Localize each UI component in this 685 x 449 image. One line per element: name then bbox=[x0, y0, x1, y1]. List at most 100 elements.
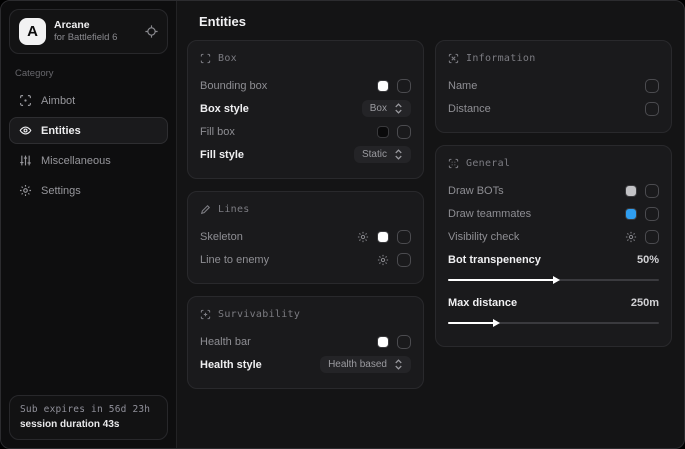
slider-fill bbox=[448, 279, 554, 281]
page-title: Entities bbox=[199, 14, 674, 29]
panel-title: Box bbox=[218, 53, 237, 64]
panel-general: General Draw BOTs Draw teammates bbox=[435, 145, 672, 347]
draw-bots-checkbox[interactable] bbox=[645, 184, 659, 198]
sidebar-item-label: Entities bbox=[41, 125, 81, 137]
visibility-check-checkbox[interactable] bbox=[645, 230, 659, 244]
panel-title: General bbox=[466, 158, 510, 169]
panel-information: Information Name Distance bbox=[435, 40, 672, 133]
chevron-up-down-icon bbox=[394, 359, 403, 370]
bounding-box-checkbox[interactable] bbox=[397, 79, 411, 93]
color-swatch[interactable] bbox=[625, 208, 637, 220]
row-skeleton: Skeleton bbox=[200, 225, 411, 248]
row-visibility-check: Visibility check bbox=[448, 225, 659, 248]
session-duration-text: session duration 43s bbox=[20, 417, 157, 432]
sidebar-item-label: Aimbot bbox=[41, 95, 75, 107]
row-label: Distance bbox=[448, 103, 491, 115]
draw-teammates-checkbox[interactable] bbox=[645, 207, 659, 221]
panel-lines: Lines Skeleton bbox=[187, 191, 424, 284]
sidebar-nav: Aimbot Entities Miscella bbox=[9, 87, 168, 204]
row-label: Bounding box bbox=[200, 80, 267, 92]
row-label: Health bar bbox=[200, 336, 251, 348]
crosshair-icon[interactable] bbox=[145, 25, 158, 38]
category-label: Category bbox=[15, 68, 162, 79]
pencil-icon bbox=[200, 204, 211, 215]
row-label: Name bbox=[448, 80, 477, 92]
panel-title: Information bbox=[466, 53, 536, 64]
bot-transparency-slider[interactable] bbox=[448, 279, 659, 281]
color-swatch[interactable] bbox=[377, 231, 389, 243]
dropdown-value: Box bbox=[370, 103, 387, 114]
panel-box: Box Bounding box Box style Box bbox=[187, 40, 424, 179]
sidebar-item-label: Miscellaneous bbox=[41, 155, 111, 167]
name-checkbox[interactable] bbox=[645, 79, 659, 93]
row-health-bar: Health bar bbox=[200, 330, 411, 353]
panel-title: Lines bbox=[218, 204, 250, 215]
brand-name: Arcane bbox=[54, 19, 137, 32]
distance-checkbox[interactable] bbox=[645, 102, 659, 116]
row-fill-box: Fill box bbox=[200, 120, 411, 143]
row-label: Health style bbox=[200, 359, 262, 371]
skeleton-checkbox[interactable] bbox=[397, 230, 411, 244]
max-distance-slider[interactable] bbox=[448, 322, 659, 324]
brand-card: A Arcane for Battlefield 6 bbox=[9, 9, 168, 54]
line-to-enemy-checkbox[interactable] bbox=[397, 253, 411, 267]
box-corners-icon bbox=[200, 53, 211, 64]
row-label: Max distance bbox=[448, 297, 517, 309]
row-label: Bot transpenency bbox=[448, 254, 541, 266]
dropdown-value: Static bbox=[362, 149, 387, 160]
sub-expiry-text: Sub expires in 56d 23h bbox=[20, 403, 157, 417]
sidebar-item-aimbot[interactable]: Aimbot bbox=[9, 87, 168, 114]
visibility-settings-gear-icon[interactable] bbox=[625, 231, 637, 243]
information-icon bbox=[448, 53, 459, 64]
row-label: Visibility check bbox=[448, 231, 519, 243]
health-bar-checkbox[interactable] bbox=[397, 335, 411, 349]
right-column: Information Name Distance bbox=[435, 40, 672, 389]
aimbot-crosshair-icon bbox=[18, 94, 32, 107]
row-bot-transparency: Bot transpenency 50% bbox=[448, 248, 659, 271]
row-max-distance: Max distance 250m bbox=[448, 291, 659, 314]
fill-style-dropdown[interactable]: Static bbox=[354, 146, 411, 163]
app-window: A Arcane for Battlefield 6 Category bbox=[0, 0, 685, 449]
bot-transparency-value: 50% bbox=[637, 254, 659, 266]
row-draw-bots: Draw BOTs bbox=[448, 179, 659, 202]
chevron-up-down-icon bbox=[394, 149, 403, 160]
color-swatch[interactable] bbox=[377, 336, 389, 348]
panel-title: Survivability bbox=[218, 309, 300, 320]
general-grid-icon bbox=[448, 158, 459, 169]
row-label: Fill box bbox=[200, 126, 235, 138]
fill-box-checkbox[interactable] bbox=[397, 125, 411, 139]
skeleton-settings-gear-icon[interactable] bbox=[357, 231, 369, 243]
color-swatch[interactable] bbox=[377, 126, 389, 138]
health-style-dropdown[interactable]: Health based bbox=[320, 356, 411, 373]
row-label: Box style bbox=[200, 103, 249, 115]
brand-subtitle: for Battlefield 6 bbox=[54, 32, 137, 44]
sidebar-item-label: Settings bbox=[41, 185, 81, 197]
row-name: Name bbox=[448, 74, 659, 97]
color-swatch[interactable] bbox=[625, 185, 637, 197]
panel-survivability: Survivability Health bar Health style He… bbox=[187, 296, 424, 389]
sidebar-item-entities[interactable]: Entities bbox=[9, 117, 168, 144]
chevron-up-down-icon bbox=[394, 103, 403, 114]
bot-transparency-group: Bot transpenency 50% bbox=[448, 248, 659, 281]
max-distance-value: 250m bbox=[631, 297, 659, 309]
subscription-card: Sub expires in 56d 23h session duration … bbox=[9, 395, 168, 440]
brand-text: Arcane for Battlefield 6 bbox=[54, 19, 137, 44]
row-label: Line to enemy bbox=[200, 254, 269, 266]
row-draw-teammates: Draw teammates bbox=[448, 202, 659, 225]
dropdown-value: Health based bbox=[328, 359, 387, 370]
max-distance-group: Max distance 250m bbox=[448, 291, 659, 324]
color-swatch[interactable] bbox=[377, 80, 389, 92]
line-to-enemy-settings-gear-icon[interactable] bbox=[377, 254, 389, 266]
box-style-dropdown[interactable]: Box bbox=[362, 100, 411, 117]
row-box-style: Box style Box bbox=[200, 97, 411, 120]
row-fill-style: Fill style Static bbox=[200, 143, 411, 166]
row-bounding-box: Bounding box bbox=[200, 74, 411, 97]
sidebar-item-settings[interactable]: Settings bbox=[9, 177, 168, 204]
row-distance: Distance bbox=[448, 97, 659, 120]
slider-fill bbox=[448, 322, 494, 324]
row-label: Fill style bbox=[200, 149, 244, 161]
left-column: Box Bounding box Box style Box bbox=[187, 40, 424, 389]
sidebar-item-miscellaneous[interactable]: Miscellaneous bbox=[9, 147, 168, 174]
row-line-to-enemy: Line to enemy bbox=[200, 248, 411, 271]
entities-eye-icon bbox=[18, 124, 32, 137]
